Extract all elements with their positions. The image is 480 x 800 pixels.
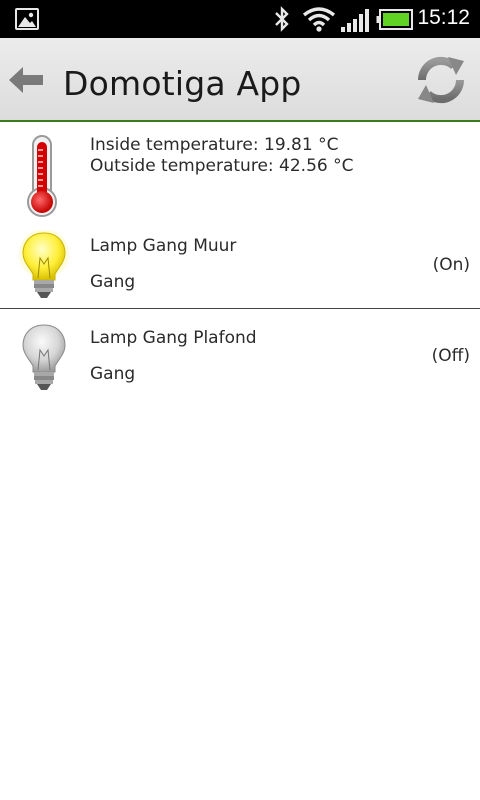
list-item-lamp-gang-plafond[interactable]: Lamp Gang Plafond Gang (Off) [0,310,480,402]
device-location: Gang [90,364,136,384]
inside-temperature: Inside temperature: 19.81 °C [90,135,339,155]
battery-icon [376,9,413,30]
lightbulb-on-icon [19,230,69,298]
list-item-lamp-gang-muur[interactable]: Lamp Gang Muur Gang (On) [0,218,480,309]
device-location: Gang [90,272,136,292]
thermometer-icon [27,135,57,217]
clock-time: 15:12 [417,6,470,29]
outside-temperature: Outside temperature: 42.56 °C [90,156,354,176]
device-name: Lamp Gang Plafond [90,328,257,348]
action-bar: Domotiga App [0,38,480,122]
device-state: (On) [432,255,470,275]
refresh-icon[interactable] [414,53,468,107]
gallery-notification-icon [15,8,39,30]
status-bar: 15:12 [0,0,480,38]
lightbulb-off-icon [22,324,66,390]
wifi-icon [302,7,336,32]
device-state: (Off) [431,346,470,366]
back-arrow-icon[interactable] [8,65,44,95]
page-title: Domotiga App [63,64,302,103]
list-item-temperature[interactable]: Inside temperature: 19.81 °C Outside tem… [0,122,480,218]
device-name: Lamp Gang Muur [90,236,237,256]
bluetooth-icon [275,6,289,32]
signal-icon [341,9,369,32]
